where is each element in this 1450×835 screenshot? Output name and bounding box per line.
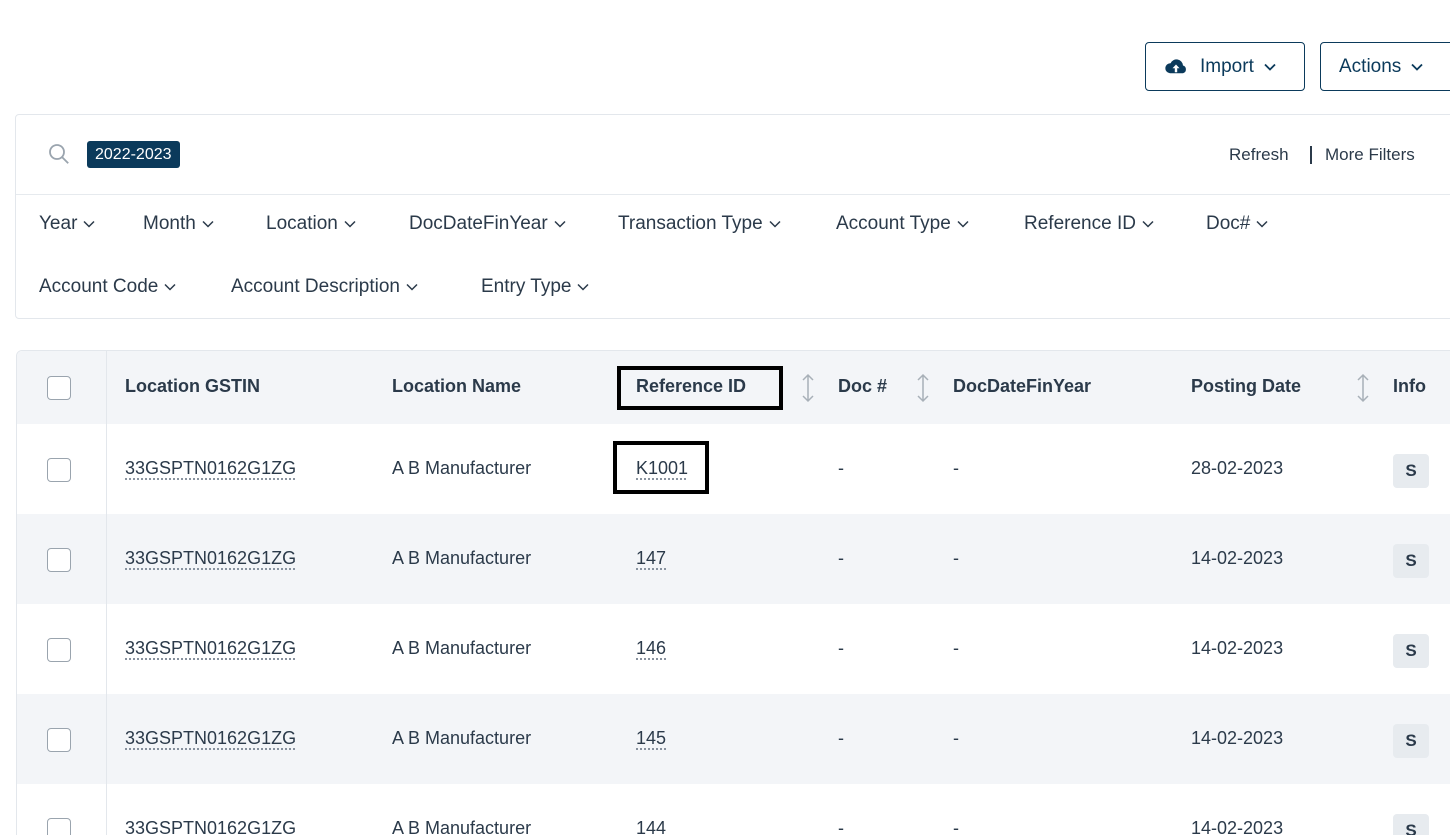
- location-gstin-link[interactable]: 33GSPTN0162G1ZG: [125, 818, 296, 835]
- info-badge[interactable]: S: [1393, 454, 1429, 488]
- chevron-down-icon: [769, 220, 781, 228]
- row-checkbox[interactable]: [47, 728, 71, 752]
- filter-panel: 2022-2023 Refresh More Filters Year Mont…: [15, 114, 1450, 319]
- location-gstin-link[interactable]: 33GSPTN0162G1ZG: [125, 548, 296, 569]
- info-badge[interactable]: S: [1393, 634, 1429, 668]
- info-badge[interactable]: S: [1393, 724, 1429, 758]
- col-reference-id[interactable]: Reference ID: [636, 376, 746, 397]
- table-row[interactable]: 33GSPTN0162G1ZG A B Manufacturer 146 - -…: [17, 604, 1450, 694]
- col-docdatefinyear[interactable]: DocDateFinYear: [953, 376, 1091, 397]
- chevron-down-icon: [1264, 63, 1276, 71]
- column-divider: [106, 351, 107, 835]
- filter-month[interactable]: Month: [143, 213, 214, 235]
- row-checkbox[interactable]: [47, 818, 71, 835]
- docdatefinyear: -: [953, 458, 959, 478]
- doc-number: -: [838, 728, 844, 748]
- filter-account-type[interactable]: Account Type: [836, 213, 969, 235]
- col-info[interactable]: Info: [1393, 376, 1426, 397]
- location-gstin-link[interactable]: 33GSPTN0162G1ZG: [125, 458, 296, 479]
- info-badge[interactable]: S: [1393, 544, 1429, 578]
- location-name: A B Manufacturer: [392, 728, 532, 748]
- chevron-down-icon: [1256, 220, 1268, 228]
- refresh-link[interactable]: Refresh: [1229, 145, 1289, 165]
- chevron-down-icon: [83, 220, 95, 228]
- table-row[interactable]: 33GSPTN0162G1ZG A B Manufacturer 144 - -…: [17, 784, 1450, 835]
- location-gstin-link[interactable]: 33GSPTN0162G1ZG: [125, 638, 296, 659]
- search-icon[interactable]: [48, 143, 70, 165]
- location-name: A B Manufacturer: [392, 458, 532, 478]
- filter-year[interactable]: Year: [39, 213, 95, 235]
- posting-date: 14-02-2023: [1191, 548, 1284, 568]
- location-name: A B Manufacturer: [392, 548, 532, 568]
- import-button[interactable]: Import: [1145, 42, 1305, 91]
- actions-button[interactable]: Actions: [1320, 42, 1450, 91]
- chevron-down-icon: [344, 220, 356, 228]
- chevron-down-icon: [1411, 63, 1423, 71]
- filter-reference-id[interactable]: Reference ID: [1024, 213, 1154, 235]
- filter-transaction-type[interactable]: Transaction Type: [618, 213, 781, 235]
- col-posting-date[interactable]: Posting Date: [1191, 376, 1301, 397]
- info-badge[interactable]: S: [1393, 814, 1429, 835]
- chevron-down-icon: [577, 283, 590, 291]
- reference-id-link[interactable]: 147: [636, 548, 666, 569]
- data-table: Location GSTIN Location Name Reference I…: [16, 350, 1450, 835]
- docdatefinyear: -: [953, 728, 959, 748]
- active-filter-chip[interactable]: 2022-2023: [87, 141, 180, 168]
- posting-date: 14-02-2023: [1191, 638, 1284, 658]
- filter-search-bar: 2022-2023 Refresh More Filters: [16, 115, 1450, 195]
- docdatefinyear: -: [953, 638, 959, 658]
- docdatefinyear: -: [953, 548, 959, 568]
- sort-icon[interactable]: [801, 373, 815, 403]
- location-name: A B Manufacturer: [392, 818, 532, 835]
- reference-id-link[interactable]: 145: [636, 728, 666, 749]
- doc-number: -: [838, 818, 844, 835]
- filter-account-code[interactable]: Account Code: [39, 276, 176, 298]
- reference-id-link[interactable]: 146: [636, 638, 666, 659]
- divider: [1310, 146, 1312, 164]
- actions-label: Actions: [1339, 55, 1402, 77]
- chevron-down-icon: [957, 220, 969, 228]
- select-all-checkbox[interactable]: [47, 376, 71, 400]
- posting-date: 14-02-2023: [1191, 818, 1284, 835]
- row-checkbox[interactable]: [47, 638, 71, 662]
- col-doc-number[interactable]: Doc #: [838, 376, 887, 397]
- cloud-upload-icon: [1165, 58, 1186, 73]
- doc-number: -: [838, 548, 844, 568]
- reference-id-link[interactable]: K1001: [636, 458, 688, 479]
- chevron-down-icon: [202, 220, 214, 228]
- col-location-name[interactable]: Location Name: [392, 376, 521, 397]
- filter-location[interactable]: Location: [266, 213, 356, 235]
- filter-docdatefinyear[interactable]: DocDateFinYear: [409, 213, 566, 235]
- import-label: Import: [1200, 55, 1254, 77]
- chevron-down-icon: [406, 283, 418, 291]
- posting-date: 14-02-2023: [1191, 728, 1284, 748]
- chevron-down-icon: [164, 283, 176, 291]
- chevron-down-icon: [554, 220, 566, 228]
- row-checkbox[interactable]: [47, 548, 71, 572]
- filter-entry-type[interactable]: Entry Type: [481, 276, 590, 298]
- reference-id-link[interactable]: 144: [636, 818, 666, 835]
- filter-doc-number[interactable]: Doc#: [1206, 213, 1268, 235]
- table-row[interactable]: 33GSPTN0162G1ZG A B Manufacturer 145 - -…: [17, 694, 1450, 784]
- sort-icon[interactable]: [916, 373, 930, 403]
- sort-icon[interactable]: [1356, 373, 1370, 403]
- table-row[interactable]: 33GSPTN0162G1ZG A B Manufacturer K1001 -…: [17, 424, 1450, 514]
- col-location-gstin[interactable]: Location GSTIN: [125, 376, 260, 397]
- location-gstin-link[interactable]: 33GSPTN0162G1ZG: [125, 728, 296, 749]
- location-name: A B Manufacturer: [392, 638, 532, 658]
- chevron-down-icon: [1142, 220, 1154, 228]
- row-checkbox[interactable]: [47, 458, 71, 482]
- posting-date: 28-02-2023: [1191, 458, 1284, 478]
- docdatefinyear: -: [953, 818, 959, 835]
- table-header: Location GSTIN Location Name Reference I…: [17, 351, 1450, 424]
- doc-number: -: [838, 638, 844, 658]
- doc-number: -: [838, 458, 844, 478]
- more-filters-link[interactable]: More Filters: [1325, 145, 1415, 165]
- filter-account-description[interactable]: Account Description: [231, 276, 418, 298]
- table-row[interactable]: 33GSPTN0162G1ZG A B Manufacturer 147 - -…: [17, 514, 1450, 604]
